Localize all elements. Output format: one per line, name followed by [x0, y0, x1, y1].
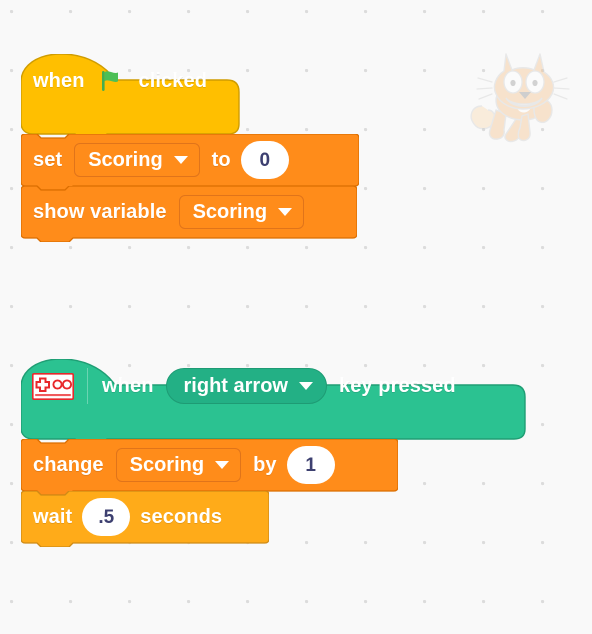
when-flag-label-when: when — [33, 70, 85, 92]
block-when-flag-clicked[interactable]: when clicked — [21, 54, 243, 138]
show-variable-label: show variable — [33, 201, 167, 223]
when-flag-label-clicked: clicked — [138, 70, 208, 92]
script-green-flag[interactable]: when clicked set Scoring to 0 show varia… — [21, 28, 359, 242]
script-key-pressed[interactable]: when right arrow key pressed change Scor… — [21, 333, 529, 547]
variable-dropdown-value: Scoring — [192, 201, 268, 223]
duration-input[interactable]: .5 — [82, 498, 131, 536]
wait-label-seconds: seconds — [140, 506, 223, 528]
block-wait-seconds[interactable]: wait .5 seconds — [21, 491, 269, 547]
chevron-down-icon — [173, 156, 188, 164]
variable-dropdown[interactable]: Scoring — [115, 448, 242, 482]
variable-dropdown-value: Scoring — [129, 454, 205, 476]
variable-dropdown-value: Scoring — [88, 149, 163, 171]
variable-dropdown[interactable]: Scoring — [74, 143, 200, 177]
chevron-down-icon — [278, 208, 293, 216]
amount-input[interactable]: 1 — [286, 446, 335, 484]
change-label-by: by — [253, 454, 277, 476]
set-label-to: to — [211, 149, 231, 171]
key-dropdown-value: right arrow — [183, 375, 288, 397]
block-change-variable-by[interactable]: change Scoring by 1 — [21, 439, 398, 495]
set-label: set — [33, 149, 63, 171]
green-flag-icon — [99, 68, 125, 94]
scratch-workspace[interactable]: when clicked set Scoring to 0 show varia… — [0, 0, 592, 634]
scratch-cat-watermark — [466, 36, 570, 144]
gamepad-icon — [32, 372, 75, 400]
chevron-down-icon — [298, 382, 313, 390]
when-key-label-pressed: key pressed — [338, 375, 456, 397]
block-set-variable-to[interactable]: set Scoring to 0 — [21, 134, 359, 190]
change-label: change — [33, 454, 104, 476]
variable-dropdown[interactable]: Scoring — [178, 195, 305, 229]
block-when-key-pressed[interactable]: when right arrow key pressed — [21, 359, 529, 443]
icon-divider — [87, 368, 88, 404]
when-key-label-when: when — [102, 375, 154, 397]
chevron-down-icon — [215, 461, 230, 469]
wait-label: wait — [33, 506, 73, 528]
value-input[interactable]: 0 — [240, 141, 289, 179]
block-show-variable[interactable]: show variable Scoring — [21, 186, 357, 242]
key-dropdown[interactable]: right arrow — [165, 368, 327, 404]
